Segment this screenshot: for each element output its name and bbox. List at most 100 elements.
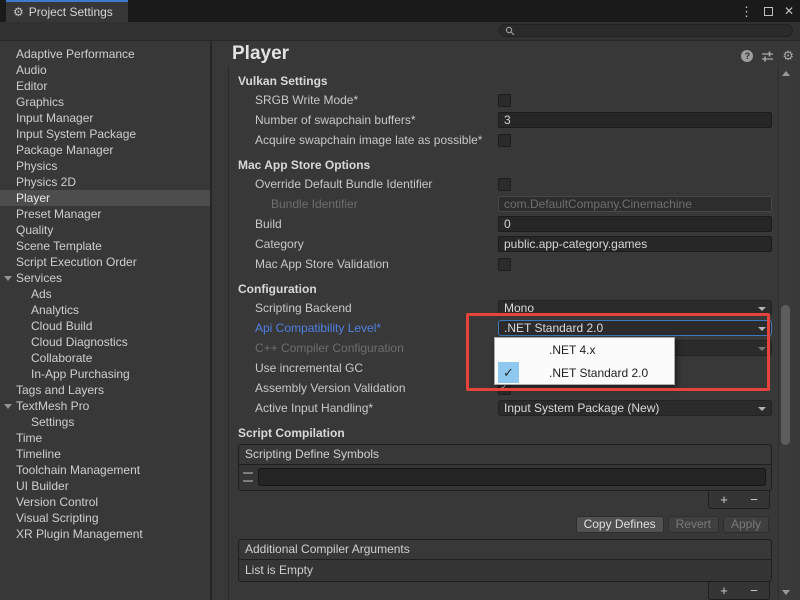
active-input-handling-dropdown[interactable]: Input System Package (New) [498,400,772,416]
sidebar-item-adaptive-performance[interactable]: Adaptive Performance [0,46,210,62]
settings-row-number-of-swapchain-buffers: Number of swapchain buffers*3 [229,110,775,130]
api-compatibility-dropdown-menu: .NET 4.x✓.NET Standard 2.0 [494,337,675,385]
field-label: Assembly Version Validation [229,381,498,395]
sidebar-item-label: Scene Template [16,239,102,253]
sidebar-item-quality[interactable]: Quality [0,222,210,238]
override-default-bundle-identifier-checkbox[interactable] [498,178,511,191]
remove-define-button[interactable]: − [750,493,758,506]
add-argument-button[interactable]: + [720,584,728,597]
number-of-swapchain-buffers-field[interactable]: 3 [498,112,772,128]
settings-row-scripting-backend: Scripting BackendMono [229,298,775,318]
field-label: Scripting Backend [229,301,498,315]
build-field[interactable]: 0 [498,216,772,232]
sidebar-item-scene-template[interactable]: Scene Template [0,238,210,254]
scroll-down-icon[interactable] [782,590,790,595]
sidebar-item-cloud-diagnostics[interactable]: Cloud Diagnostics [0,334,210,350]
search-box[interactable] [499,24,793,37]
field-label: Use incremental GC [229,361,498,375]
remove-argument-button[interactable]: − [750,584,758,597]
sidebar-item-ui-builder[interactable]: UI Builder [0,478,210,494]
sidebar-item-audio[interactable]: Audio [0,62,210,78]
sidebar-item-xr-plugin-management[interactable]: XR Plugin Management [0,526,210,542]
sidebar-item-input-system-package[interactable]: Input System Package [0,126,210,142]
help-icon[interactable]: ? [741,50,753,62]
search-input[interactable] [519,25,792,36]
sidebar-item-services[interactable]: Services [0,270,210,286]
sidebar-item-graphics[interactable]: Graphics [0,94,210,110]
field-label: Category [229,237,498,251]
sidebar-item-player[interactable]: Player [0,190,210,206]
sidebar-item-label: Analytics [31,303,79,317]
sidebar-item-settings[interactable]: Settings [0,414,210,430]
add-define-button[interactable]: + [720,493,728,506]
api-compatibility-level-dropdown[interactable]: .NET Standard 2.0 [498,320,772,336]
page-title: Player [232,43,289,65]
sidebar-item-analytics[interactable]: Analytics [0,302,210,318]
foldout-icon[interactable] [4,404,12,409]
sidebar-item-tags-and-layers[interactable]: Tags and Layers [0,382,210,398]
vertical-scrollbar[interactable] [778,66,792,600]
scrollbar-thumb[interactable] [781,305,790,445]
section-header-configuration: Configuration [229,280,775,298]
copy-defines-button[interactable]: Copy Defines [576,516,664,533]
dropdown-option-net-4-x[interactable]: .NET 4.x [495,338,674,361]
sidebar-item-in-app-purchasing[interactable]: In-App Purchasing [0,366,210,382]
sidebar-item-label: Script Execution Order [16,255,137,269]
mac-app-store-validation-checkbox[interactable] [498,258,511,271]
sidebar-item-textmesh-pro[interactable]: TextMesh Pro [0,398,210,414]
field-label: Number of swapchain buffers* [229,113,498,127]
sidebar-item-label: Physics 2D [16,175,76,189]
sidebar-item-physics-2d[interactable]: Physics 2D [0,174,210,190]
sidebar-item-label: Cloud Build [31,319,92,333]
tab-project-settings[interactable]: ⚙ Project Settings [6,0,128,22]
sidebar-item-label: Settings [31,415,74,429]
sidebar-item-time[interactable]: Time [0,430,210,446]
sidebar-item-input-manager[interactable]: Input Manager [0,110,210,126]
search-icon [505,26,515,36]
scripting-backend-dropdown[interactable]: Mono [498,300,772,316]
preset-icon[interactable] [761,50,774,62]
section-header-mac-app-store-options: Mac App Store Options [229,156,775,174]
sidebar-item-timeline[interactable]: Timeline [0,446,210,462]
sidebar-item-collaborate[interactable]: Collaborate [0,350,210,366]
sidebar-item-label: Time [16,431,42,445]
category-field[interactable]: public.app-category.games [498,236,772,252]
sidebar-item-preset-manager[interactable]: Preset Manager [0,206,210,222]
settings-row-bundle-identifier: Bundle Identifiercom.DefaultCompany.Cine… [229,194,775,214]
sidebar-item-editor[interactable]: Editor [0,78,210,94]
sidebar-item-label: Audio [16,63,47,77]
scroll-up-icon[interactable] [782,71,790,76]
sidebar-item-toolchain-management[interactable]: Toolchain Management [0,462,210,478]
sidebar-item-visual-scripting[interactable]: Visual Scripting [0,510,210,526]
close-icon[interactable]: ✕ [784,5,794,17]
sidebar-item-label: Editor [16,79,47,93]
settings-row-active-input-handling: Active Input Handling*Input System Packa… [229,398,775,418]
define-action-buttons: Copy DefinesRevertApply [229,516,769,533]
sidebar-item-physics[interactable]: Physics [0,158,210,174]
menu-dots-icon[interactable]: ⋮ [740,5,753,18]
settings-row-override-default-bundle-identifier: Override Default Bundle Identifier [229,174,775,194]
sidebar-item-ads[interactable]: Ads [0,286,210,302]
dropdown-option-net-standard-2-0[interactable]: ✓.NET Standard 2.0 [495,361,674,384]
sidebar: Adaptive PerformanceAudioEditorGraphicsI… [0,41,212,600]
acquire-swapchain-image-late-as-possible-checkbox[interactable] [498,134,511,147]
settings-gear-icon[interactable]: ⚙ [782,49,794,62]
scripting-define-symbols-header: Scripting Define Symbols [239,445,771,465]
srgb-write-mode-checkbox[interactable] [498,94,511,107]
sidebar-item-cloud-build[interactable]: Cloud Build [0,318,210,334]
section-header-vulkan-settings: Vulkan Settings [229,72,775,90]
sidebar-item-script-execution-order[interactable]: Script Execution Order [0,254,210,270]
revert-button: Revert [668,516,719,533]
define-symbol-input[interactable] [258,468,766,486]
maximize-icon[interactable] [764,7,773,16]
sidebar-item-label: Cloud Diagnostics [31,335,128,349]
sidebar-item-package-manager[interactable]: Package Manager [0,142,210,158]
sidebar-item-version-control[interactable]: Version Control [0,494,210,510]
field-label: SRGB Write Mode* [229,93,498,107]
apply-button: Apply [723,516,769,533]
bundle-identifier-field: com.DefaultCompany.Cinemachine [498,196,772,212]
sidebar-item-label: Physics [16,159,57,173]
field-label: Build [229,217,498,231]
foldout-icon[interactable] [4,276,12,281]
drag-handle-icon[interactable] [243,472,253,482]
